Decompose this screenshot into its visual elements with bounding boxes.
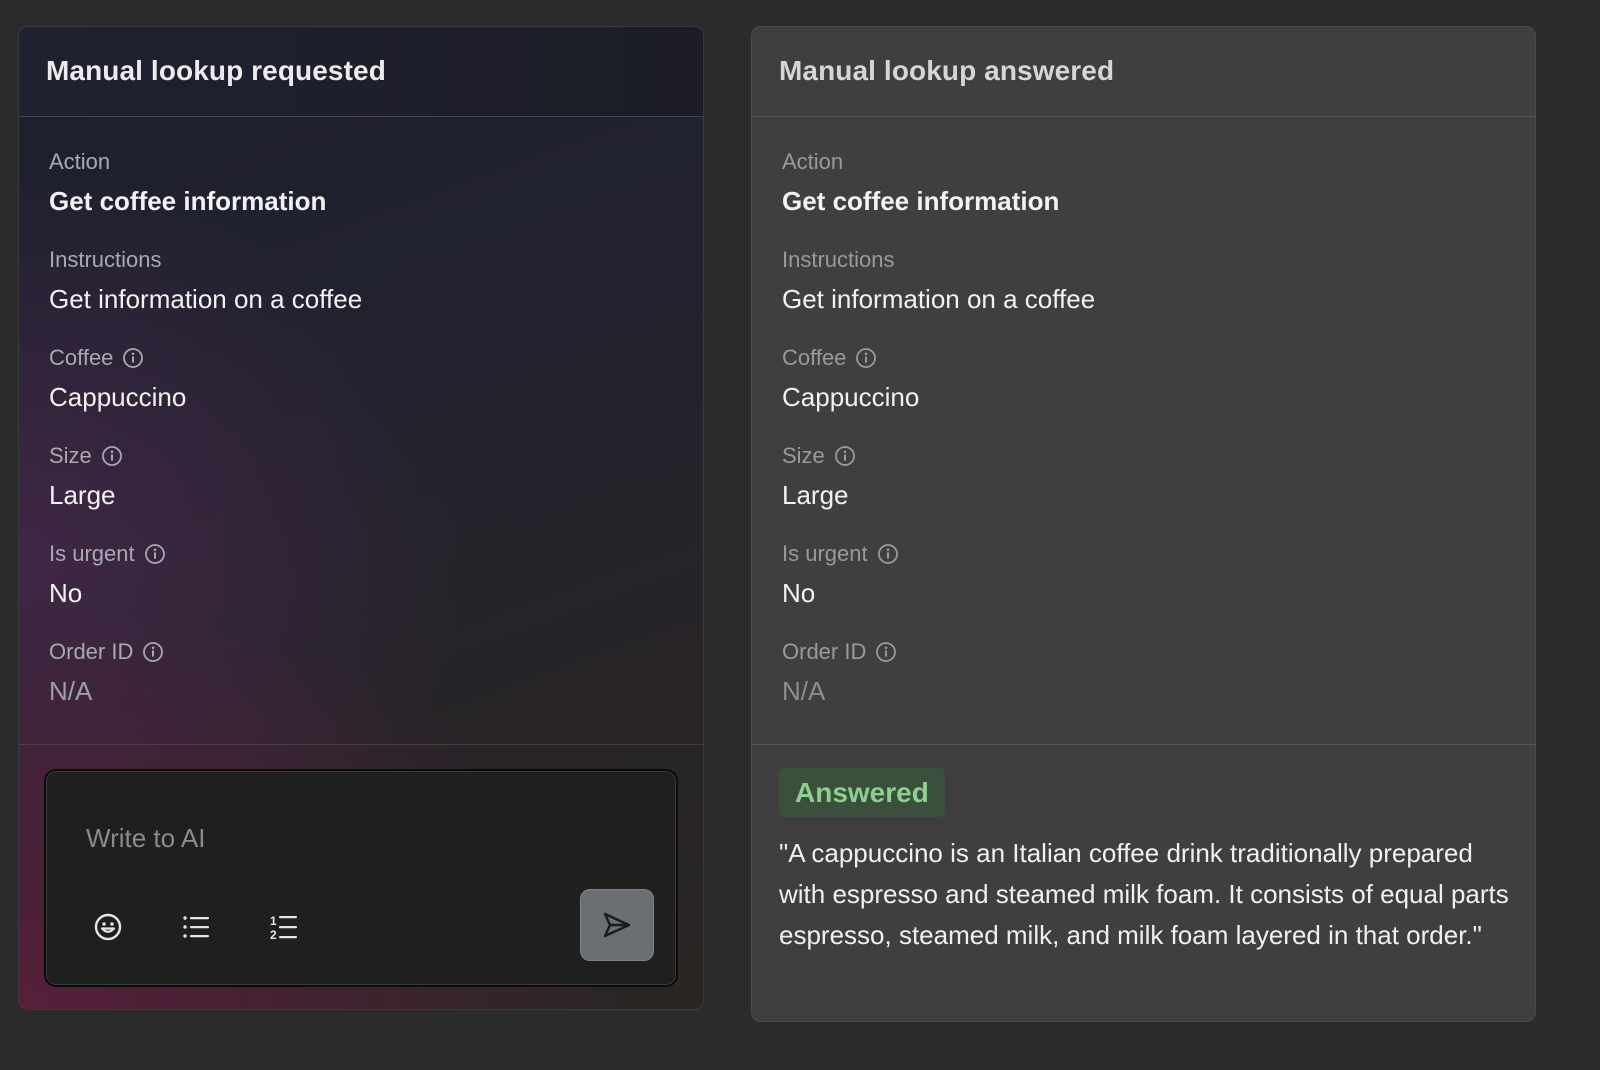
field-label-order-id: Order ID [49, 637, 703, 667]
field-label-text: Action [782, 149, 844, 174]
send-button[interactable] [580, 889, 654, 961]
manual-lookup-requested-card: Manual lookup requested Action Get coffe… [18, 26, 704, 1010]
field-label-text: Order ID [49, 639, 134, 664]
answer-text: "A cappuccino is an Italian coffee drink… [779, 838, 1509, 950]
field-value-is-urgent: No [782, 578, 816, 608]
field-value-coffee: Cappuccino [49, 382, 187, 412]
info-icon[interactable] [877, 543, 899, 565]
field-label-coffee: Coffee [782, 343, 1535, 373]
info-icon[interactable] [875, 641, 897, 663]
field-label-text: Is urgent [782, 541, 868, 566]
card-title: Manual lookup answered [779, 55, 1115, 86]
field-label-order-id: Order ID [782, 637, 1535, 667]
manual-lookup-answered-card: Manual lookup answered Action Get coffee… [751, 26, 1536, 1022]
field-value-instructions: Get information on a coffee [782, 284, 1096, 314]
numbered-list-icon[interactable]: 12 [264, 907, 304, 947]
card-header: Manual lookup answered [752, 27, 1535, 117]
field-value-size: Large [782, 480, 849, 510]
field-label-text: Size [782, 443, 825, 468]
field-value-action: Get coffee information [782, 186, 1060, 216]
info-icon[interactable] [834, 445, 856, 467]
field-value-instructions: Get information on a coffee [49, 284, 363, 314]
field-label-is-urgent: Is urgent [782, 539, 1535, 569]
status-badge: Answered [779, 768, 945, 817]
emoji-icon[interactable] [88, 907, 128, 947]
info-icon[interactable] [101, 445, 123, 467]
field-list: Action Get coffee information Instructio… [752, 117, 1535, 745]
field-value-is-urgent: No [49, 578, 83, 608]
message-composer: 12 [44, 769, 678, 987]
field-value-coffee: Cappuccino [782, 382, 920, 412]
field-label-is-urgent: Is urgent [49, 539, 703, 569]
field-label-coffee: Coffee [49, 343, 703, 373]
field-label-text: Coffee [49, 345, 114, 370]
card-header: Manual lookup requested [19, 27, 703, 117]
field-label-action: Action [49, 147, 703, 177]
info-icon[interactable] [144, 543, 166, 565]
field-label-size: Size [782, 441, 1535, 471]
field-value-order-id: N/A [782, 676, 826, 706]
field-label-size: Size [49, 441, 703, 471]
field-list: Action Get coffee information Instructio… [19, 117, 703, 745]
field-value-action: Get coffee information [49, 186, 327, 216]
bullet-list-icon[interactable] [176, 907, 216, 947]
field-label-text: Coffee [782, 345, 847, 370]
info-icon[interactable] [142, 641, 164, 663]
info-icon[interactable] [122, 347, 144, 369]
write-to-ai-input[interactable] [86, 823, 566, 854]
card-title: Manual lookup requested [46, 55, 386, 86]
svg-text:2: 2 [270, 928, 277, 941]
svg-text:1: 1 [270, 914, 277, 928]
field-label-text: Action [49, 149, 111, 174]
field-label-action: Action [782, 147, 1535, 177]
field-label-instructions: Instructions [49, 245, 703, 275]
field-label-instructions: Instructions [782, 245, 1535, 275]
field-label-text: Is urgent [49, 541, 135, 566]
field-label-text: Instructions [782, 247, 895, 272]
answer-section: Answered "A cappuccino is an Italian cof… [752, 745, 1535, 956]
info-icon[interactable] [855, 347, 877, 369]
field-label-text: Order ID [782, 639, 867, 664]
field-value-order-id: N/A [49, 676, 93, 706]
field-value-size: Large [49, 480, 116, 510]
send-icon [602, 911, 632, 939]
field-label-text: Instructions [49, 247, 162, 272]
field-label-text: Size [49, 443, 92, 468]
